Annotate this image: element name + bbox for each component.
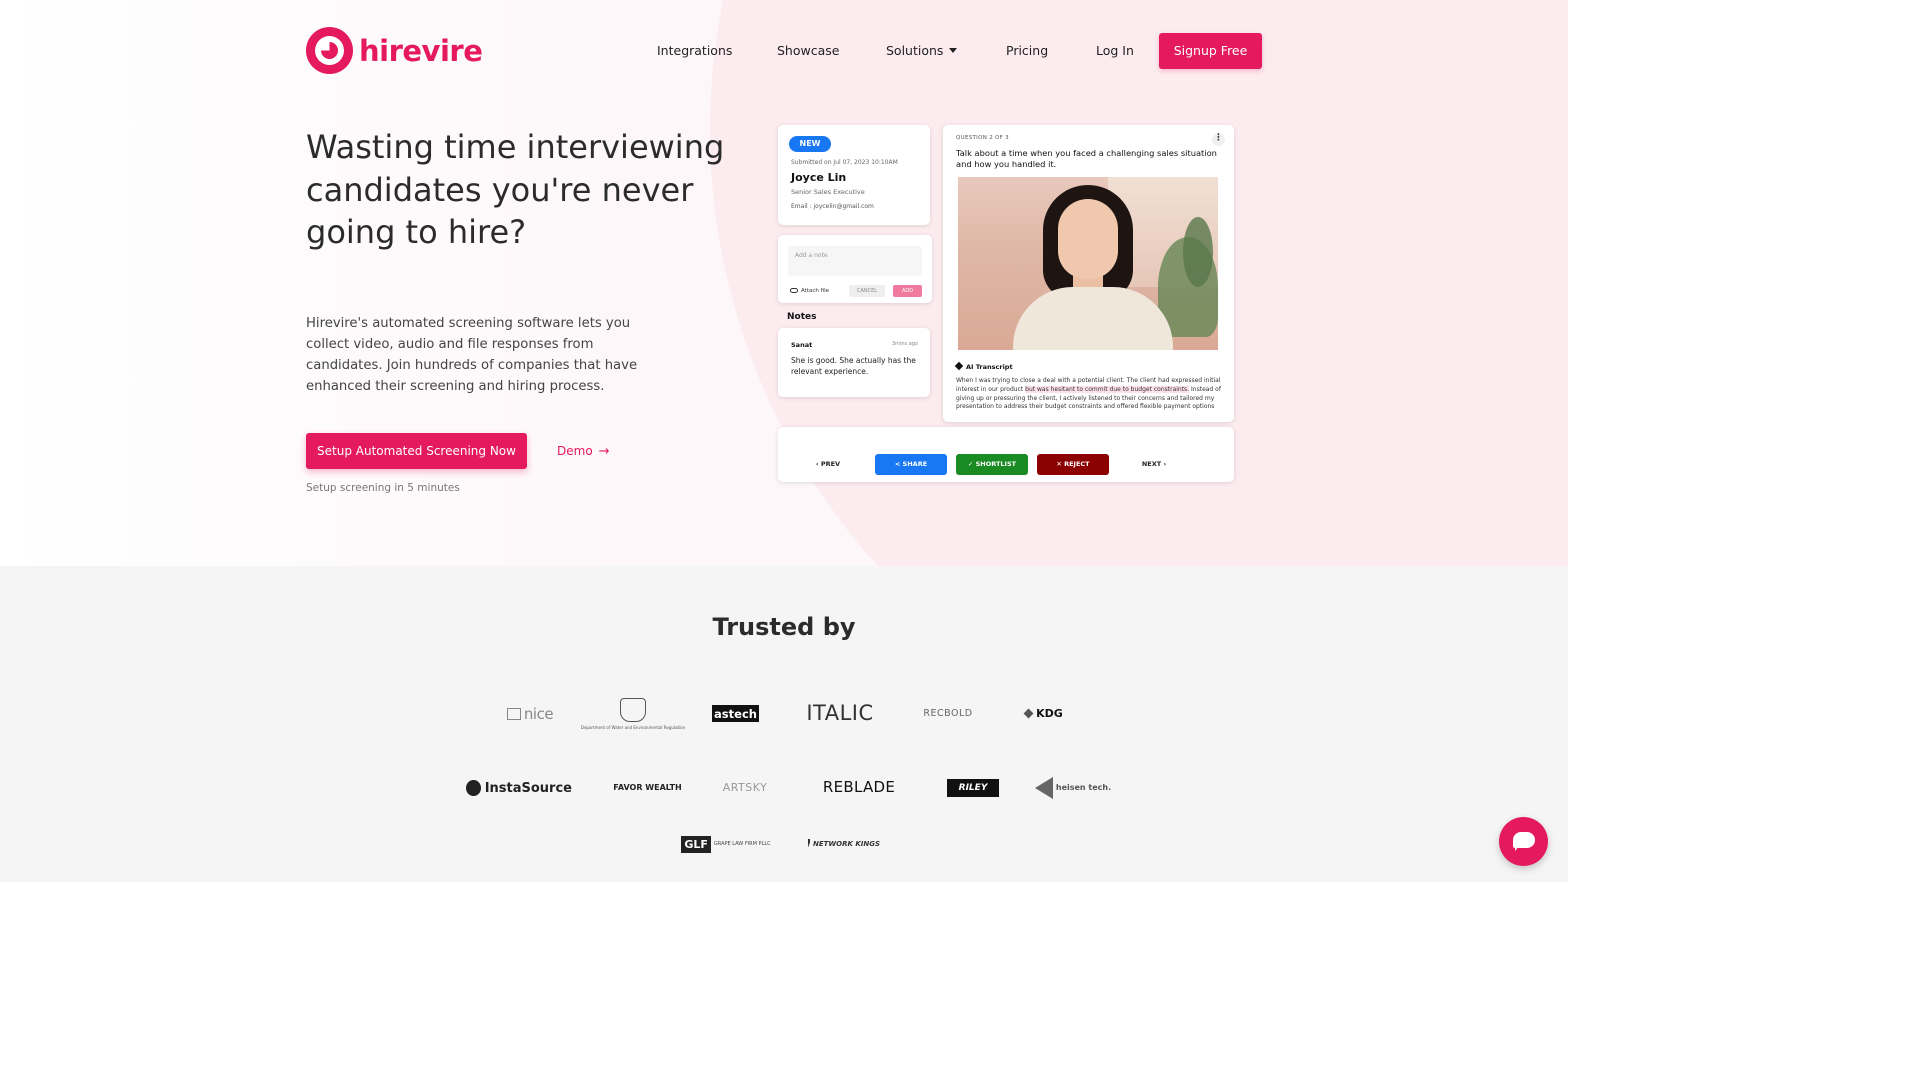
photo-plant [1183, 217, 1213, 287]
shortlist-button[interactable]: ✓ SHORTLIST [956, 454, 1028, 475]
setup-screening-button[interactable]: Setup Automated Screening Now [306, 433, 527, 469]
share-label: SHARE [902, 460, 928, 468]
cta-note: Setup screening in 5 minutes [306, 482, 460, 494]
logo-network-text: NETWORK KINGS [812, 840, 880, 848]
candidate-role: Senior Sales Executive [791, 188, 865, 196]
more-options-icon[interactable]: ⋮ [1212, 133, 1225, 146]
logo-network-kings: NETWORK KINGS [808, 835, 880, 853]
candidate-email: Email : joycelin@gmail.com [791, 203, 874, 210]
review-actions-bar: ‹ PREV < SHARE ✓ SHORTLIST ✕ REJECT NEXT… [778, 427, 1234, 482]
logo-riley: RILEY [947, 779, 999, 797]
photo-sweater [1013, 287, 1173, 350]
demo-label: Demo [557, 444, 593, 458]
logo-recbold: RECBOLD [923, 707, 973, 719]
demo-link[interactable]: Demo → [557, 433, 610, 469]
logo-instasource-text: InstaSource [484, 780, 572, 796]
signup-button[interactable]: Signup Free [1159, 33, 1262, 69]
triangle-icon [1034, 777, 1053, 799]
shortlist-label: SHORTLIST [975, 460, 1017, 468]
prev-label: PREV [820, 460, 841, 468]
logo-glf-mark: GLF [681, 835, 711, 853]
chat-widget-button[interactable] [1499, 817, 1548, 866]
nav-integrations[interactable]: Integrations [657, 33, 732, 69]
brand-logo[interactable]: hirevire [306, 27, 483, 74]
question-label: QUESTION 2 OF 3 [956, 135, 1009, 141]
nav-solutions-label: Solutions [886, 43, 944, 58]
logo-favor-text: FAVOR WEALTH [613, 783, 682, 792]
attach-file-button[interactable]: Attach file [790, 288, 829, 294]
logo-dwer-text: Department of Water and Environmental Re… [580, 725, 686, 730]
reject-label: REJECT [1064, 460, 1090, 468]
logo-nice: nice [503, 704, 557, 724]
comment-author: Sanat [791, 341, 813, 349]
submitted-date: Submitted on Jul 07, 2023 10:10AM [791, 159, 898, 166]
logo-astech: astech [712, 705, 759, 722]
logo-heisen: heisen tech. [1034, 775, 1111, 801]
sparkle-icon [954, 361, 964, 371]
trusted-by-title: Trusted by [712, 613, 856, 641]
photo-face [1058, 199, 1118, 279]
reject-button[interactable]: ✕ REJECT [1037, 454, 1109, 475]
transcript-highlight: but was hesitant to commit due to budget… [1025, 385, 1190, 393]
arrow-right-icon: → [598, 444, 610, 459]
note-comment-card: Sanat 3mins ago She is good. She actuall… [778, 328, 930, 397]
question-response-card: QUESTION 2 OF 3 ⋮ Talk about a time when… [943, 125, 1234, 422]
logo-kdg-text: KDG [1036, 706, 1063, 720]
bolt-icon [466, 780, 481, 796]
diamond-icon [1023, 708, 1034, 718]
nav-pricing[interactable]: Pricing [1006, 33, 1048, 69]
ai-transcript-title: AI Transcript [954, 361, 1013, 371]
question-text: Talk about a time when you faced a chall… [956, 148, 1217, 169]
prev-button[interactable]: ‹ PREV [808, 454, 848, 475]
stripes-icon [808, 839, 810, 849]
comment-time: 3mins ago [891, 341, 918, 347]
note-add-button[interactable]: ADD [893, 285, 922, 297]
logo-glf-text: GRAPE LAW FIRM PLLC [713, 841, 771, 847]
logo-reblade: REBLADE [822, 778, 896, 796]
logo-heisen-text: heisen tech. [1055, 783, 1112, 792]
candidate-video[interactable] [958, 177, 1218, 350]
new-badge: NEW [789, 136, 831, 152]
comment-text: She is good. She actually has the releva… [791, 356, 916, 376]
next-label: NEXT [1141, 460, 1162, 468]
nav-login[interactable]: Log In [1096, 33, 1134, 69]
notes-heading: Notes [787, 312, 817, 322]
hero-headline: Wasting time interviewing candidates you… [306, 128, 725, 251]
nav-solutions[interactable]: Solutions [886, 33, 958, 69]
logo-artsky: ARTSKY [722, 780, 768, 794]
attach-label: Attach file [801, 288, 829, 294]
share-button[interactable]: < SHARE [875, 454, 947, 475]
house-icon [506, 708, 521, 720]
logo-glf: GLF GRAPE LAW FIRM PLLC [681, 834, 771, 854]
ai-transcript-label: AI Transcript [966, 363, 1013, 371]
logo-nice-text: nice [523, 705, 554, 723]
next-button[interactable]: NEXT › [1134, 454, 1174, 475]
note-placeholder: Add a note [795, 252, 828, 259]
note-input[interactable]: Add a note [788, 246, 922, 276]
logo-favor-wealth: FAVOR WEALTH [613, 777, 681, 799]
paperclip-icon [790, 288, 798, 293]
logo-dwer: Department of Water and Environmental Re… [581, 688, 685, 740]
candidate-name: Joyce Lin [791, 171, 847, 184]
candidate-profile-card: NEW Submitted on Jul 07, 2023 10:10AM Jo… [778, 125, 930, 225]
add-note-card: Add a note Attach file CANCEL ADD [778, 235, 932, 303]
logo-kdg: KDG [1023, 704, 1065, 722]
crest-icon [620, 698, 646, 722]
nav-showcase[interactable]: Showcase [777, 33, 839, 69]
ai-transcript-text: When I was trying to close a deal with a… [956, 377, 1224, 412]
note-cancel-button[interactable]: CANCEL [849, 285, 885, 297]
hero-subtext: Hirevire's automated screening software … [306, 316, 638, 394]
chat-icon [1513, 832, 1535, 851]
logo-instasource: InstaSource [466, 777, 572, 799]
logo-text: hirevire [359, 33, 483, 68]
logo-icon [306, 27, 353, 74]
caret-down-icon [949, 48, 958, 53]
logo-italic: ITALIC [806, 701, 874, 725]
